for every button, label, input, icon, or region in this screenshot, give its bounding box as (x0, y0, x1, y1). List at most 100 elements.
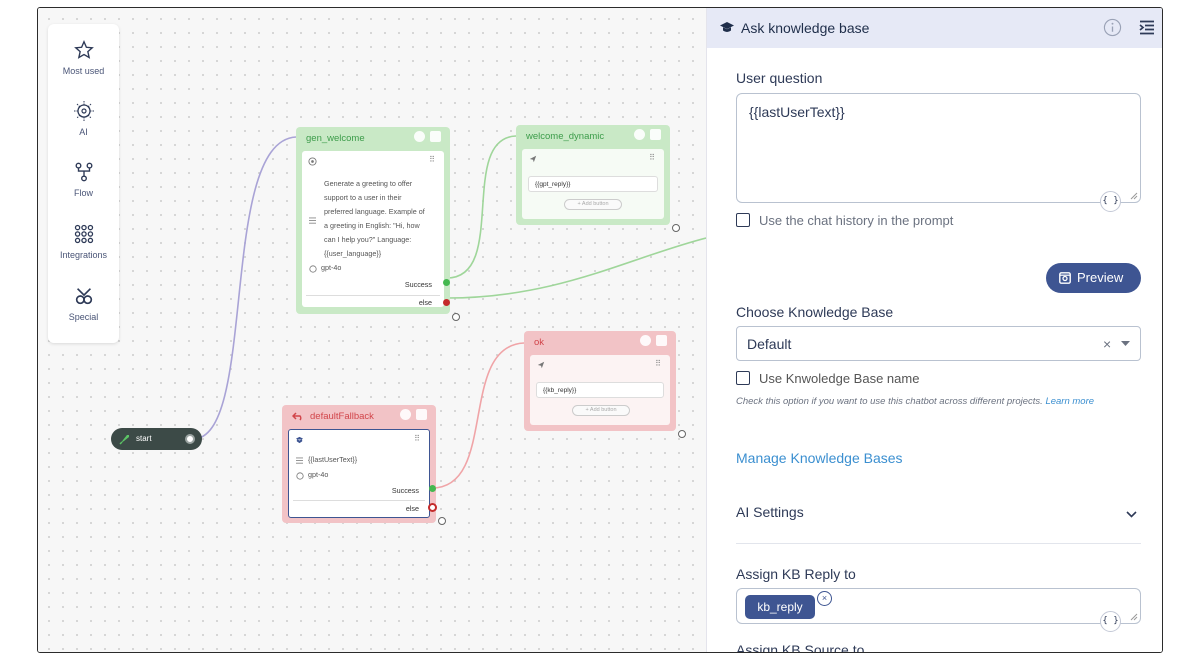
palette-label: Integrations (59, 250, 108, 260)
text-lines-icon (309, 217, 316, 224)
palette-flow[interactable]: Flow (48, 160, 119, 198)
notes-icon[interactable] (650, 129, 661, 140)
node-gen-welcome[interactable]: gen_welcome ⠿ Generate a greeting to off… (296, 127, 460, 321)
node-title: gen_welcome (306, 133, 365, 144)
palette-label: Most used (62, 66, 105, 76)
star-icon (73, 40, 94, 59)
notes-icon[interactable] (656, 335, 667, 346)
palette-ai[interactable]: AI (48, 99, 119, 137)
ai-node-icon[interactable] (640, 335, 651, 346)
kb-selected-value: Default (747, 336, 792, 352)
drag-handle-icon[interactable]: ⠿ (655, 359, 661, 368)
ai-node-icon[interactable] (414, 131, 425, 142)
drag-handle-icon[interactable]: ⠿ (414, 434, 420, 443)
ai-node-icon[interactable] (634, 129, 645, 140)
special-icon (75, 288, 92, 305)
clear-selection-icon[interactable]: × (1103, 336, 1111, 352)
reply-chip[interactable]: {{kb_reply}} (536, 382, 664, 398)
node-welcome-dynamic[interactable]: welcome_dynamic ⠿ {{gpt_reply}} + Add bu… (516, 125, 680, 232)
prompt-text: Generate a greeting to offer support to … (324, 179, 425, 258)
resize-handle-icon[interactable] (1130, 613, 1138, 621)
ai-node-icon[interactable] (400, 409, 411, 420)
preview-button[interactable]: Preview (1046, 263, 1141, 293)
insert-variable-button[interactable]: { } (1100, 191, 1121, 212)
choose-kb-label: Choose Knowledge Base (736, 304, 894, 320)
node-default-fallback[interactable]: defaultFallback ⠿ {{lastUserText}} gpt-4… (282, 405, 446, 525)
preview-label: Preview (1077, 270, 1124, 285)
palette-integrations[interactable]: Integrations (48, 222, 119, 260)
resize-handle-icon[interactable] (1130, 192, 1138, 200)
node-actions (640, 335, 667, 346)
palette-most-used[interactable]: Most used (48, 38, 119, 76)
knowledge-base-icon (295, 436, 304, 444)
add-button[interactable]: + Add button (572, 405, 630, 416)
model-label: gpt-4o (321, 263, 342, 272)
success-label: Success (391, 486, 419, 495)
rocket-icon (119, 435, 129, 445)
node-output-port[interactable] (438, 517, 446, 525)
knowledge-base-icon (720, 22, 734, 32)
palette-label: Flow (73, 188, 93, 198)
node-output-port[interactable] (452, 313, 460, 321)
node-palette: Most used AI Flow Integrations Special (48, 24, 119, 343)
flow-canvas[interactable]: Most used AI Flow Integrations Special g… (38, 8, 706, 652)
ai-brain-icon (73, 101, 94, 121)
app-frame: Most used AI Flow Integrations Special g… (37, 7, 1163, 653)
wire-success-welcome-dynamic (446, 135, 517, 279)
wire-else-offscreen (446, 237, 706, 299)
success-output-port[interactable] (429, 485, 436, 492)
drag-handle-icon[interactable]: ⠿ (649, 153, 655, 162)
info-icon[interactable] (1103, 18, 1122, 37)
success-output-port[interactable] (443, 279, 450, 286)
kb-select[interactable]: Default × (736, 326, 1141, 361)
node-output-port[interactable] (672, 224, 680, 232)
node-start[interactable]: start (111, 428, 202, 450)
node-settings-panel: Ask knowledge base User question {{lastU… (706, 8, 1162, 653)
notes-icon[interactable] (430, 131, 441, 142)
panel-header: Ask knowledge base (707, 8, 1162, 48)
chat-history-label: Use the chat history in the prompt (759, 213, 954, 228)
manage-kb-link[interactable]: Manage Knowledge Bases (736, 450, 903, 466)
learn-more-link[interactable]: Learn more (1045, 396, 1094, 407)
send-icon (529, 155, 537, 163)
add-button[interactable]: + Add button (564, 199, 622, 210)
chevron-down-icon[interactable] (1121, 341, 1130, 347)
node-actions (634, 129, 661, 140)
reply-chip[interactable]: {{gpt_reply}} (528, 176, 658, 192)
insert-variable-button[interactable]: { } (1100, 611, 1121, 632)
user-question-label: User question (736, 70, 823, 86)
ai-settings-accordion[interactable]: AI Settings (736, 496, 1141, 544)
assign-source-label: Assign KB Source to (736, 642, 865, 653)
user-question-value: {{lastUserText}} (749, 104, 845, 120)
use-kb-name-label: Use Knwoledge Base name (759, 371, 920, 386)
model-label: gpt-4o (308, 470, 329, 479)
undo-icon (292, 412, 302, 421)
panel-title: Ask knowledge base (741, 20, 870, 36)
collapse-panel-icon[interactable] (1139, 20, 1155, 35)
model-icon (296, 472, 304, 480)
else-output-port[interactable] (428, 503, 437, 512)
chat-history-checkbox[interactable] (736, 213, 750, 227)
notes-icon[interactable] (416, 409, 427, 420)
drag-handle-icon[interactable]: ⠿ (429, 155, 435, 164)
palette-label: Special (68, 312, 99, 322)
palette-special[interactable]: Special (48, 284, 119, 322)
user-question-input[interactable]: {{lastUserText}} (736, 93, 1141, 203)
node-output-port[interactable] (678, 430, 686, 438)
remove-chip-icon[interactable]: × (817, 591, 832, 606)
palette-label: AI (79, 127, 88, 137)
assign-reply-input[interactable]: kb_reply × (736, 588, 1141, 624)
wire-fallback-success-ok (431, 342, 525, 489)
wire-start-gen-welcome (192, 136, 297, 440)
variable-chip[interactable]: kb_reply × (745, 591, 832, 619)
start-output-port[interactable] (185, 434, 195, 444)
node-ok[interactable]: ok ⠿ {{kb_reply}} + Add button (524, 331, 686, 438)
else-output-port[interactable] (443, 299, 450, 306)
success-label: Success (404, 280, 432, 289)
node-body: ⠿ {{kb_reply}} + Add button (530, 355, 670, 425)
node-body: ⠿ {{lastUserText}} gpt-4o Success else (288, 429, 430, 518)
node-actions (400, 409, 427, 420)
use-kb-name-checkbox[interactable] (736, 371, 750, 385)
node-actions (414, 131, 441, 142)
ai-settings-label: AI Settings (736, 504, 804, 520)
